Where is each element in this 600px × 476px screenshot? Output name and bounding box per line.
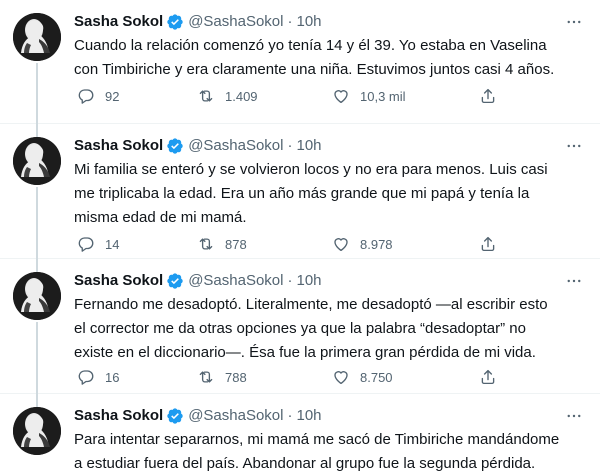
reply-icon (77, 87, 95, 105)
reply-button[interactable]: 14 (77, 235, 119, 253)
thread-line (36, 187, 38, 259)
tweet[interactable]: Sasha Sokol @SashaSokol · 10h Cuando la … (0, 0, 600, 124)
retweet-button[interactable]: 878 (197, 235, 247, 253)
thread-line (36, 322, 38, 394)
share-icon (479, 87, 497, 105)
retweet-button[interactable]: 1.409 (197, 87, 258, 105)
thread-line (36, 124, 38, 137)
thread-line (36, 394, 38, 407)
tweet-text: Mi familia se enteró y se volvieron loco… (74, 161, 548, 226)
author-handle[interactable]: @SashaSokol (188, 271, 283, 291)
author-name[interactable]: Sasha Sokol (74, 12, 163, 32)
author-handle[interactable]: @SashaSokol (188, 136, 283, 156)
retweet-count: 878 (225, 236, 247, 252)
separator: · (287, 407, 293, 424)
like-button[interactable]: 8.750 (332, 368, 393, 386)
reply-button[interactable]: 16 (77, 368, 119, 386)
separator: · (287, 272, 293, 289)
reply-count: 92 (105, 88, 120, 104)
reply-icon (77, 368, 95, 386)
like-count: 8.978 (360, 236, 393, 252)
share-button[interactable] (479, 87, 497, 105)
like-button[interactable]: 8.978 (332, 235, 393, 253)
like-count: 10,3 mil (360, 88, 406, 104)
separator: · (287, 137, 293, 154)
verified-badge-icon (166, 407, 184, 425)
retweet-count: 1.409 (225, 88, 258, 104)
more-options-icon[interactable] (562, 10, 586, 34)
verified-badge-icon (166, 137, 184, 155)
tweet[interactable]: Sasha Sokol @SashaSokol · 10h Mi familia… (0, 124, 600, 259)
retweet-icon (197, 87, 215, 105)
tweet-timestamp[interactable]: 10h (296, 136, 321, 156)
thread-line (36, 259, 38, 272)
share-button[interactable] (479, 235, 497, 253)
avatar[interactable] (13, 137, 61, 185)
reply-button[interactable]: 92 (77, 87, 119, 105)
like-count: 8.750 (360, 369, 393, 385)
separator: · (287, 13, 293, 30)
reply-count: 14 (105, 236, 120, 252)
avatar[interactable] (13, 407, 61, 455)
author-name[interactable]: Sasha Sokol (74, 406, 163, 426)
verified-badge-icon (166, 13, 184, 31)
share-icon (479, 235, 497, 253)
retweet-count: 788 (225, 369, 247, 385)
retweet-icon (197, 368, 215, 386)
author-name[interactable]: Sasha Sokol (74, 136, 163, 156)
reply-icon (77, 235, 95, 253)
more-options-icon[interactable] (562, 269, 586, 293)
heart-icon (332, 368, 350, 386)
avatar[interactable] (13, 272, 61, 320)
tweet-timestamp[interactable]: 10h (296, 406, 321, 426)
tweet[interactable]: Sasha Sokol @SashaSokol · 10h Fernando m… (0, 259, 600, 394)
more-options-icon[interactable] (562, 134, 586, 158)
tweet-timestamp[interactable]: 10h (296, 271, 321, 291)
author-handle[interactable]: @SashaSokol (188, 406, 283, 426)
tweet-text: Cuando la relación comenzó yo tenía 14 y… (74, 37, 555, 78)
author-handle[interactable]: @SashaSokol (188, 12, 283, 32)
retweet-button[interactable]: 788 (197, 368, 247, 386)
retweet-icon (197, 235, 215, 253)
heart-icon (332, 87, 350, 105)
tweet[interactable]: Sasha Sokol @SashaSokol · 10h Para inten… (0, 394, 600, 472)
heart-icon (332, 235, 350, 253)
reply-count: 16 (105, 369, 120, 385)
thread-line (36, 63, 38, 124)
share-button[interactable] (479, 368, 497, 386)
more-options-icon[interactable] (562, 404, 586, 428)
tweet-timestamp[interactable]: 10h (296, 12, 321, 32)
tweet-text: Para intentar separarnos, mi mamá me sac… (74, 431, 560, 472)
verified-badge-icon (166, 272, 184, 290)
tweet-text: Fernando me desadoptó. Literalmente, me … (74, 296, 548, 361)
avatar[interactable] (13, 13, 61, 61)
share-icon (479, 368, 497, 386)
like-button[interactable]: 10,3 mil (332, 87, 406, 105)
author-name[interactable]: Sasha Sokol (74, 271, 163, 291)
